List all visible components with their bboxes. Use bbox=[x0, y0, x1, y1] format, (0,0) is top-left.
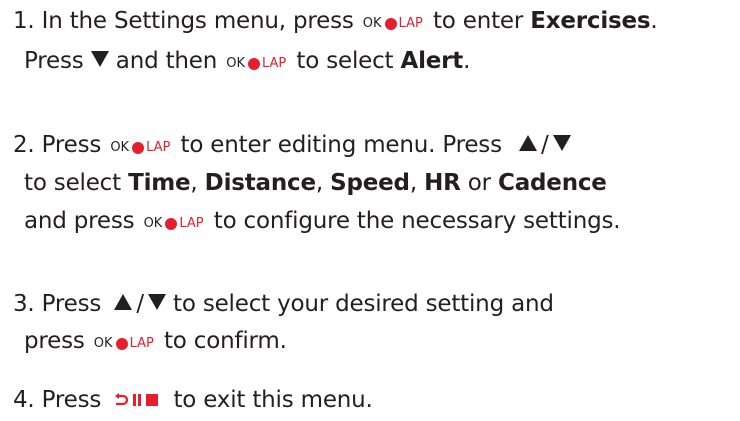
ok-lap-button-icon: OK LAP bbox=[226, 56, 287, 71]
step-1-line-1: 1. In the Settings menu, press OK LAP to … bbox=[13, 5, 658, 40]
step-text: to confirm. bbox=[163, 328, 287, 354]
step-text: to enter bbox=[432, 8, 524, 34]
ok-lap-button-icon: OK LAP bbox=[110, 140, 171, 155]
back-pause-stop-icon bbox=[114, 393, 159, 407]
step-text: to select bbox=[296, 48, 394, 74]
step-text: to enter editing menu. Press bbox=[180, 132, 503, 158]
step-text: 2. Press bbox=[13, 132, 102, 158]
up-arrow-icon bbox=[519, 135, 537, 151]
step-text: 3. Press bbox=[13, 291, 102, 317]
pause-icon bbox=[133, 394, 143, 406]
down-arrow-icon bbox=[147, 294, 166, 310]
menu-term-distance: Distance bbox=[204, 170, 316, 196]
step-text: and press bbox=[24, 208, 135, 234]
menu-term-cadence: Cadence bbox=[498, 170, 607, 196]
back-arrow-icon bbox=[115, 393, 129, 406]
menu-term-alert: Alert bbox=[400, 48, 464, 74]
menu-term-exercises: Exercises bbox=[530, 8, 651, 34]
ok-lap-button-icon: OK LAP bbox=[362, 16, 423, 31]
step-text: 1. In the Settings menu, press bbox=[13, 8, 354, 34]
step-3-line-1: 3. Press / to select your desired settin… bbox=[13, 291, 554, 317]
menu-term-speed: Speed bbox=[330, 170, 410, 196]
step-2-line-2: to select Time, Distance, Speed, HR or C… bbox=[24, 170, 607, 196]
step-text: to select your desired setting and bbox=[173, 291, 554, 317]
menu-term-hr: HR bbox=[424, 170, 461, 196]
step-4-line-1: 4. Press to exit this menu. bbox=[13, 384, 373, 416]
step-text: press bbox=[24, 328, 85, 354]
ok-lap-button-icon: OK LAP bbox=[93, 336, 154, 351]
step-3-line-2: press OK LAP to confirm. bbox=[24, 325, 287, 360]
step-text: and then bbox=[115, 48, 218, 74]
down-arrow-icon bbox=[552, 135, 571, 151]
step-text: to exit this menu. bbox=[173, 387, 373, 413]
ok-lap-button-icon: OK LAP bbox=[143, 216, 204, 231]
step-2-line-1: 2. Press OK LAP to enter editing menu. Pr… bbox=[13, 129, 571, 164]
instruction-document: 1. In the Settings menu, press OK LAP to … bbox=[0, 0, 740, 421]
step-text: Press bbox=[24, 48, 84, 74]
step-text: to select bbox=[24, 170, 121, 196]
step-text: 4. Press bbox=[13, 387, 102, 413]
stop-icon bbox=[146, 394, 159, 406]
up-arrow-icon bbox=[114, 294, 133, 310]
step-1-line-2: Press and then OK LAP to select Alert. bbox=[24, 45, 470, 80]
step-text: to configure the necessary settings. bbox=[213, 208, 621, 234]
step-2-line-3: and press OK LAP to configure the necessa… bbox=[24, 205, 621, 240]
menu-term-time: Time bbox=[128, 170, 191, 196]
down-arrow-icon bbox=[90, 51, 109, 67]
